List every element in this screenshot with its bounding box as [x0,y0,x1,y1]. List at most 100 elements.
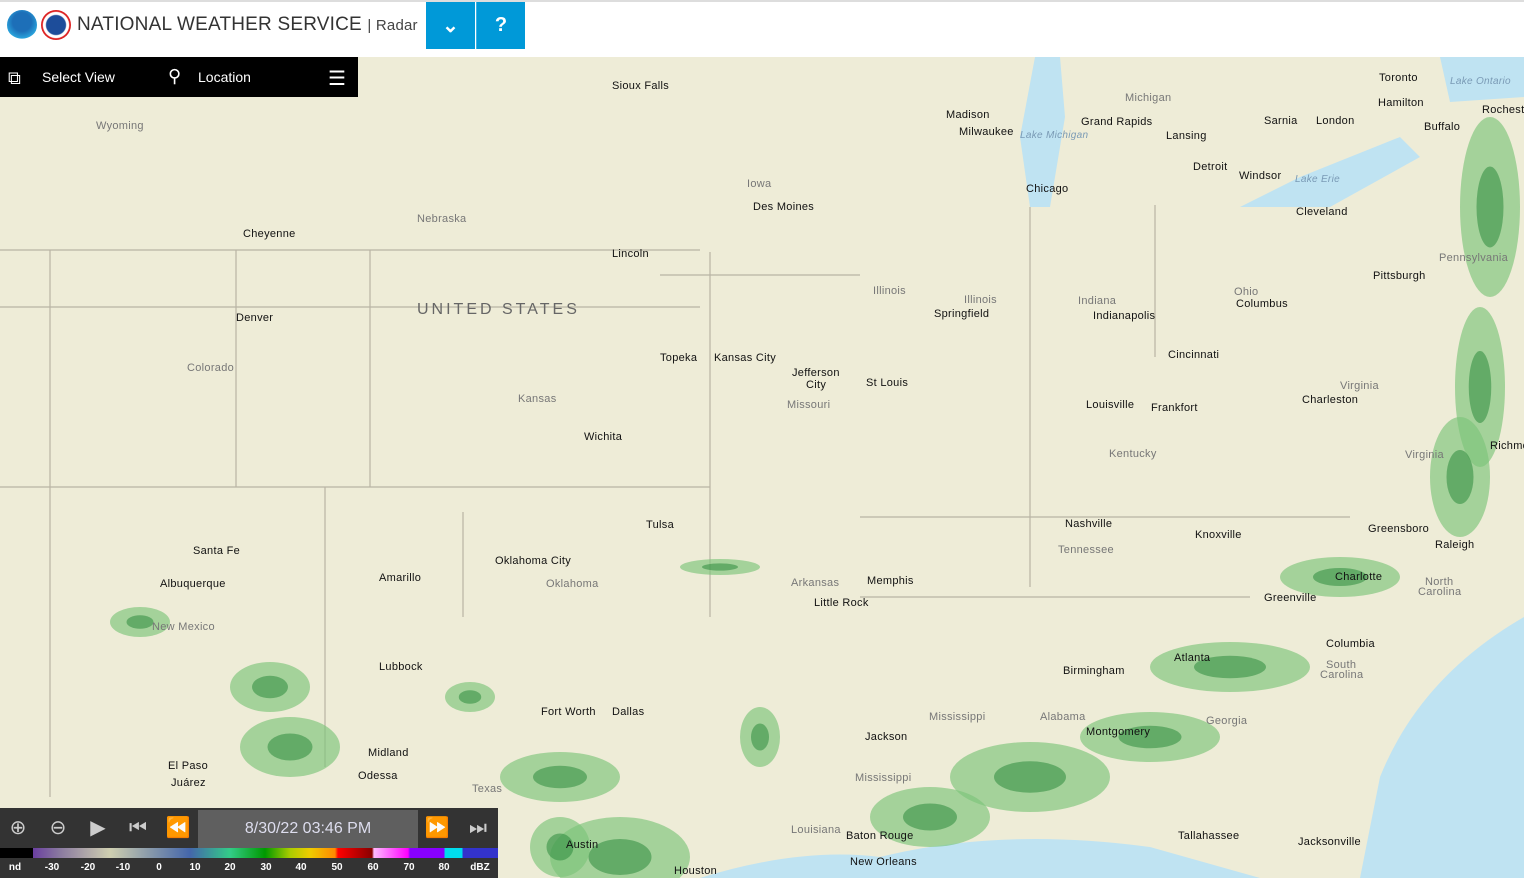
hamburger-menu-icon[interactable]: ☰ [328,66,346,91]
region-label: Nebraska [417,213,467,225]
region-label: Tennessee [1058,544,1114,556]
timestamp-display: 8/30/22 03:46 PM [198,810,418,848]
radar-map[interactable]: Sioux Falls Madison Milwaukee Grand Rapids L… [0,57,1524,878]
legend-tick: 10 [189,862,201,873]
lake-label: Lake Erie [1295,174,1340,185]
region-label: Virginia [1340,380,1379,392]
radar-echo-core [1476,166,1504,248]
city-label: Chicago [1026,183,1069,195]
legend-tick: nd [8,862,22,873]
radar-echo-core [903,803,957,831]
lake-label: Lake Ontario [1450,76,1511,87]
radar-echo-core [702,563,738,571]
region-label: Carolina [1418,586,1462,598]
subtitle-text: | Radar [367,17,418,34]
skip-to-end-icon[interactable]: ⏭ [463,816,493,840]
city-label: Odessa [358,770,398,782]
title-text: NATIONAL WEATHER SERVICE [77,14,362,35]
city-label: Toronto [1379,72,1418,84]
play-icon[interactable]: ▶ [83,816,113,840]
legend-tick: 70 [403,862,415,873]
city-label: Des Moines [753,201,815,213]
city-label: Wichita [584,431,623,443]
city-label: Dallas [612,706,645,718]
step-back-icon[interactable]: ⏪ [163,816,193,840]
city-label: Jackson [865,731,908,743]
city-label: Tallahassee [1178,830,1240,842]
city-label: Denver [236,312,274,324]
region-label: Michigan [1125,92,1172,104]
radar-echo-core [126,615,154,629]
legend-tick: 0 [156,862,162,873]
legend-tick: 40 [295,862,307,873]
city-label: Lubbock [379,661,423,673]
zoom-in-icon[interactable]: ⊕ [3,816,33,840]
city-label: Memphis [867,575,914,587]
region-label: Carolina [1320,669,1364,681]
playback-controls: ⊕ ⊖ ▶ ⏮ ⏪ 8/30/22 03:46 PM ⏩ ⏭ nd -30 -20 -… [0,808,498,878]
city-label: London [1316,115,1355,127]
region-label: Illinois [964,294,997,306]
radar-echo-core [458,690,482,704]
city-label: Kansas City [714,352,776,364]
city-label: Albuquerque [160,578,226,590]
legend-tick: 80 [438,862,450,873]
city-label: Greensboro [1368,523,1430,535]
city-label: Houston [674,865,718,877]
city-label: Cleveland [1296,206,1348,218]
city-label: Montgomery [1086,726,1151,738]
legend-tick: -30 [44,862,60,873]
map-toolbar: ⧉ Select View ⚲ Location ☰ [0,57,358,97]
select-view-button[interactable]: Select View [42,69,115,85]
region-label: Ohio [1234,286,1259,298]
country-label: UNITED STATES [417,301,580,318]
skip-to-start-icon[interactable]: ⏮ [123,816,153,840]
nws-logo[interactable] [41,10,71,40]
region-label: Louisiana [791,824,841,836]
step-forward-icon[interactable]: ⏩ [422,816,452,840]
city-label: Midland [368,747,409,759]
region-label: Missouri [787,399,831,411]
city-label: Birmingham [1063,665,1125,677]
city-label: Juárez [171,777,206,789]
layers-icon[interactable]: ⧉ [8,68,21,89]
region-label: Iowa [747,178,772,190]
legend-tick: 60 [367,862,379,873]
city-label: Baton Rouge [846,830,914,842]
legend-tick: dBZ [470,862,490,873]
region-label: Illinois [873,285,906,297]
city-label: Santa Fe [193,545,241,557]
city-label: Greenville [1264,592,1317,604]
search-icon[interactable]: ⚲ [168,66,181,87]
location-button[interactable]: Location [198,69,251,85]
legend-tick: -20 [80,862,96,873]
region-label: Texas [472,783,503,795]
region-label: Alabama [1040,711,1086,723]
city-label: Buffalo [1424,121,1461,133]
city-label: Sarnia [1264,115,1298,127]
city-label: Jacksonville [1298,836,1361,848]
city-label: Grand Rapids [1081,116,1153,128]
city-label: Charlotte [1335,571,1383,583]
gulf-of-mexico [700,839,1260,878]
help-button[interactable]: ? [476,2,525,49]
legend-tick: 30 [260,862,272,873]
radar-echo-core [1446,450,1474,504]
region-label: Pennsylvania [1439,252,1509,264]
region-label: Colorado [187,362,235,374]
reflectivity-color-scale [0,848,498,858]
city-label: Jefferson [792,367,840,379]
city-label: Oklahoma City [495,555,572,567]
region-label: Oklahoma [546,578,599,590]
radar-echo-core [533,765,587,789]
region-label: New Mexico [152,621,215,633]
city-label: Springfield [934,308,990,320]
city-label: Detroit [1193,161,1228,173]
noaa-logo[interactable] [7,10,37,40]
zoom-out-icon[interactable]: ⊖ [43,816,73,840]
region-label: Indiana [1078,295,1117,307]
region-label: Kansas [518,393,557,405]
city-label: Sioux Falls [612,80,670,92]
menu-dropdown-button[interactable]: ⌄ [426,2,475,49]
city-label: Indianapolis [1093,310,1156,322]
